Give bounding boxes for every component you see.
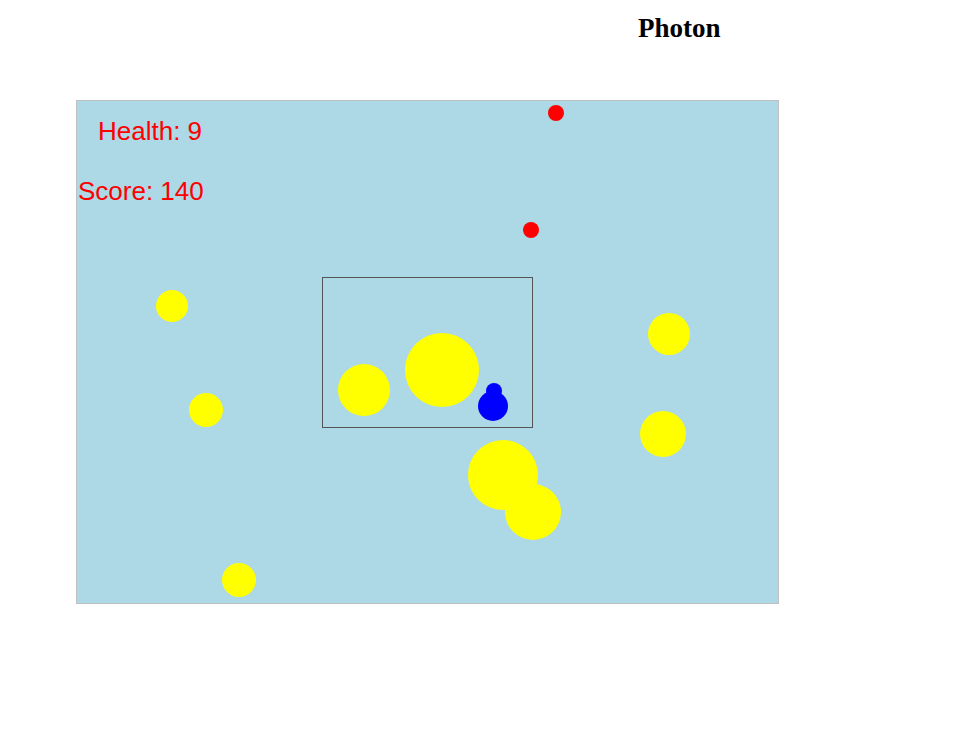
health-label: Health: 9: [98, 115, 202, 147]
photon-orb: [189, 393, 223, 427]
player-head: [486, 383, 502, 399]
photon-orb: [222, 563, 256, 597]
photon-orb: [405, 333, 479, 407]
game-canvas[interactable]: Health: 9 Score: 140: [76, 100, 779, 604]
photon-orb: [505, 484, 561, 540]
photon-orb: [648, 313, 690, 355]
game-title: Photon: [638, 10, 970, 46]
enemy-dot: [548, 105, 564, 121]
photon-orb: [338, 364, 390, 416]
score-label: Score: 140: [78, 175, 204, 207]
enemy-dot: [523, 222, 539, 238]
photon-orb: [640, 411, 686, 457]
photon-orb: [156, 290, 188, 322]
